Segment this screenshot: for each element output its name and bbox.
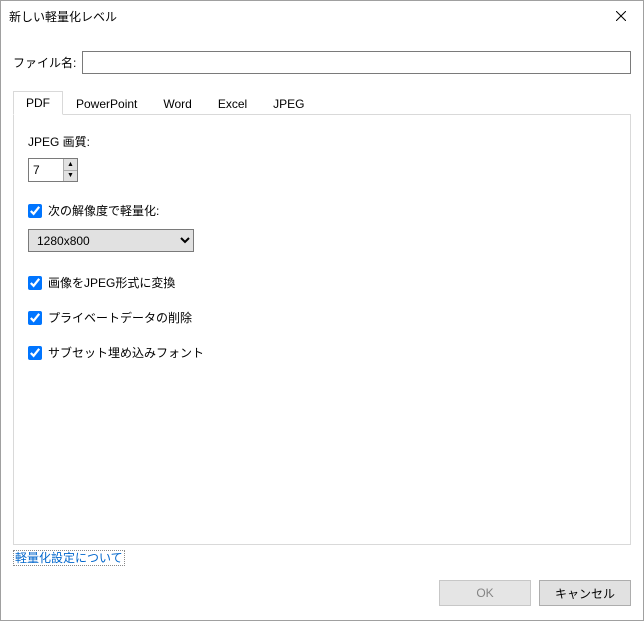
- jpeg-quality-spinner[interactable]: ▲ ▼: [28, 158, 78, 182]
- close-icon: [616, 11, 626, 21]
- spinner-down[interactable]: ▼: [64, 171, 77, 182]
- spinner-up[interactable]: ▲: [64, 159, 77, 171]
- convert-jpeg-label: 画像をJPEG形式に変換: [48, 274, 175, 291]
- resolution-checkbox[interactable]: [28, 204, 42, 218]
- tabpanel-pdf: JPEG 画質: ▲ ▼ 次の解像度で軽量化: 1280x800 画像をJPE: [13, 114, 631, 545]
- help-link-row: 軽量化設定について: [13, 549, 631, 566]
- close-button[interactable]: [599, 1, 643, 31]
- dialog-body: ファイル名: PDF PowerPoint Word Excel JPEG JP…: [1, 31, 643, 620]
- remove-private-label: プライベートデータの削除: [48, 309, 192, 326]
- tab-word[interactable]: Word: [150, 92, 204, 115]
- tab-jpeg[interactable]: JPEG: [260, 92, 317, 115]
- filename-row: ファイル名:: [13, 51, 631, 74]
- dialog-window: 新しい軽量化レベル ファイル名: PDF PowerPoint Word Exc…: [0, 0, 644, 621]
- filename-label: ファイル名:: [13, 54, 76, 71]
- about-link[interactable]: 軽量化設定について: [13, 550, 125, 566]
- subset-fonts-row: サブセット埋め込みフォント: [28, 344, 616, 361]
- resolution-row: 次の解像度で軽量化:: [28, 202, 616, 219]
- jpeg-quality-label: JPEG 画質:: [28, 133, 616, 150]
- spinner-buttons: ▲ ▼: [63, 159, 77, 181]
- remove-private-row: プライベートデータの削除: [28, 309, 616, 326]
- convert-jpeg-row: 画像をJPEG形式に変換: [28, 274, 616, 291]
- ok-button[interactable]: OK: [439, 580, 531, 606]
- tab-pdf[interactable]: PDF: [13, 91, 63, 115]
- convert-jpeg-checkbox[interactable]: [28, 276, 42, 290]
- resolution-select-wrap: 1280x800: [28, 229, 616, 252]
- tab-powerpoint[interactable]: PowerPoint: [63, 92, 150, 115]
- filename-input[interactable]: [82, 51, 631, 74]
- tab-excel[interactable]: Excel: [205, 92, 260, 115]
- remove-private-checkbox[interactable]: [28, 311, 42, 325]
- resolution-checkbox-label: 次の解像度で軽量化:: [48, 202, 159, 219]
- resolution-select[interactable]: 1280x800: [28, 229, 194, 252]
- button-bar: OK キャンセル: [13, 580, 631, 606]
- jpeg-quality-input[interactable]: [29, 159, 63, 181]
- titlebar: 新しい軽量化レベル: [1, 1, 643, 31]
- cancel-button[interactable]: キャンセル: [539, 580, 631, 606]
- tabstrip: PDF PowerPoint Word Excel JPEG: [13, 90, 631, 114]
- subset-fonts-label: サブセット埋め込みフォント: [48, 344, 204, 361]
- subset-fonts-checkbox[interactable]: [28, 346, 42, 360]
- window-title: 新しい軽量化レベル: [9, 8, 599, 25]
